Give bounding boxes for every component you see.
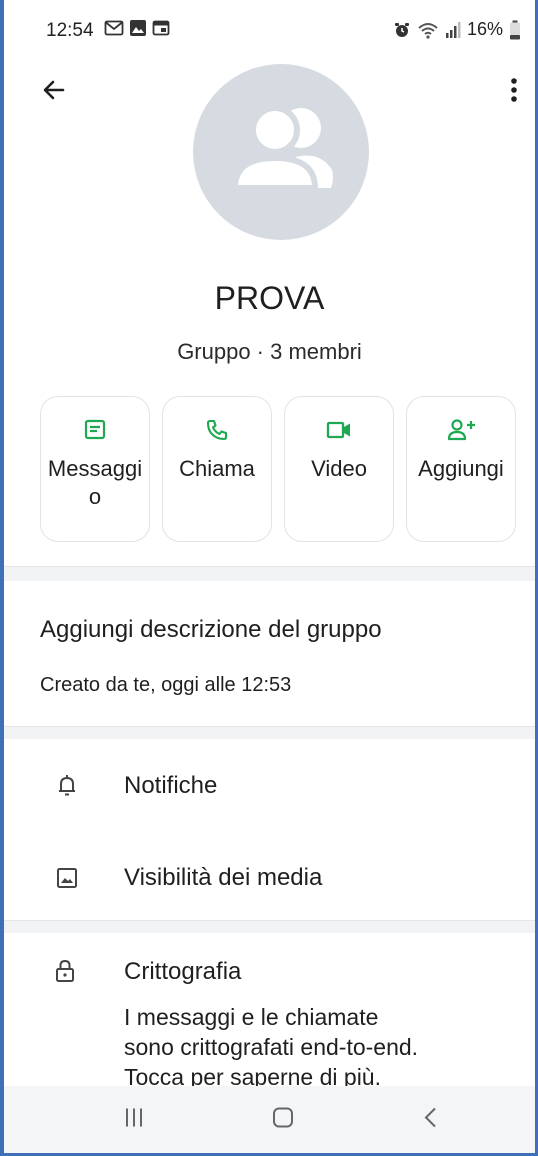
recents-icon xyxy=(126,1108,142,1126)
home-button[interactable] xyxy=(271,1105,295,1134)
group-avatar[interactable] xyxy=(193,64,369,240)
status-notification-icons xyxy=(104,19,170,37)
home-icon xyxy=(273,1107,293,1127)
message-icon xyxy=(84,419,106,440)
wifi-icon xyxy=(418,22,438,39)
call-button-label: Chiama xyxy=(179,456,255,481)
add-member-button-label: Aggiungi xyxy=(418,456,504,481)
encryption-icon-wrap xyxy=(54,958,76,989)
status-bar: 12:54 16% xyxy=(4,0,535,64)
section-separator xyxy=(4,727,535,739)
message-button[interactable]: Messaggio xyxy=(40,396,150,542)
image-icon xyxy=(57,868,77,888)
arrow-left-icon xyxy=(43,80,65,100)
section-separator xyxy=(4,567,535,581)
encryption-description[interactable]: I messaggi e le chiamate sono crittograf… xyxy=(124,1002,524,1092)
more-options-button[interactable] xyxy=(496,72,532,108)
group-subtitle: Gruppo · 3 membri xyxy=(177,339,362,364)
video-button-label: Video xyxy=(311,456,367,481)
add-member-button[interactable]: Aggiungi xyxy=(406,396,516,542)
phone-icon xyxy=(206,419,228,441)
battery-icon xyxy=(510,20,520,39)
video-icon xyxy=(326,421,350,439)
alarm-icon xyxy=(394,22,409,37)
system-navigation-bar xyxy=(4,1086,535,1153)
action-buttons: Messaggio Chiama Video Aggiungi xyxy=(40,396,516,542)
back-nav-icon xyxy=(424,1107,436,1127)
message-button-label: Messaggio xyxy=(47,456,143,509)
battery-percent: 16% xyxy=(466,19,503,39)
created-info: Creato da te, oggi alle 12:53 xyxy=(40,674,292,696)
gallery-icon xyxy=(130,20,146,36)
signal-icon xyxy=(445,21,461,38)
section-separator xyxy=(4,921,535,933)
media-visibility-row[interactable]: Visibilità dei media xyxy=(4,843,535,913)
lock-icon xyxy=(56,959,74,982)
encryption-title[interactable]: Crittografia xyxy=(124,958,241,986)
calendar-icon xyxy=(152,20,170,36)
notifications-row[interactable]: Notifiche xyxy=(4,751,535,821)
back-button[interactable] xyxy=(36,72,72,108)
media-visibility-label: Visibilità dei media xyxy=(124,864,323,891)
status-system-icons: 16% xyxy=(393,19,521,40)
gmail-icon xyxy=(104,20,124,36)
video-button[interactable]: Video xyxy=(284,396,394,542)
add-description-link[interactable]: Aggiungi descrizione del gruppo xyxy=(40,616,382,644)
recents-button[interactable] xyxy=(122,1105,146,1134)
status-time: 12:54 xyxy=(46,20,94,41)
add-person-icon xyxy=(447,419,475,441)
call-button[interactable]: Chiama xyxy=(162,396,272,542)
more-vert-icon xyxy=(511,78,517,102)
bell-icon xyxy=(59,775,75,796)
group-icon xyxy=(231,105,333,191)
group-name: PROVA xyxy=(214,280,325,316)
notifications-label: Notifiche xyxy=(124,772,218,799)
back-nav-button[interactable] xyxy=(421,1105,441,1134)
